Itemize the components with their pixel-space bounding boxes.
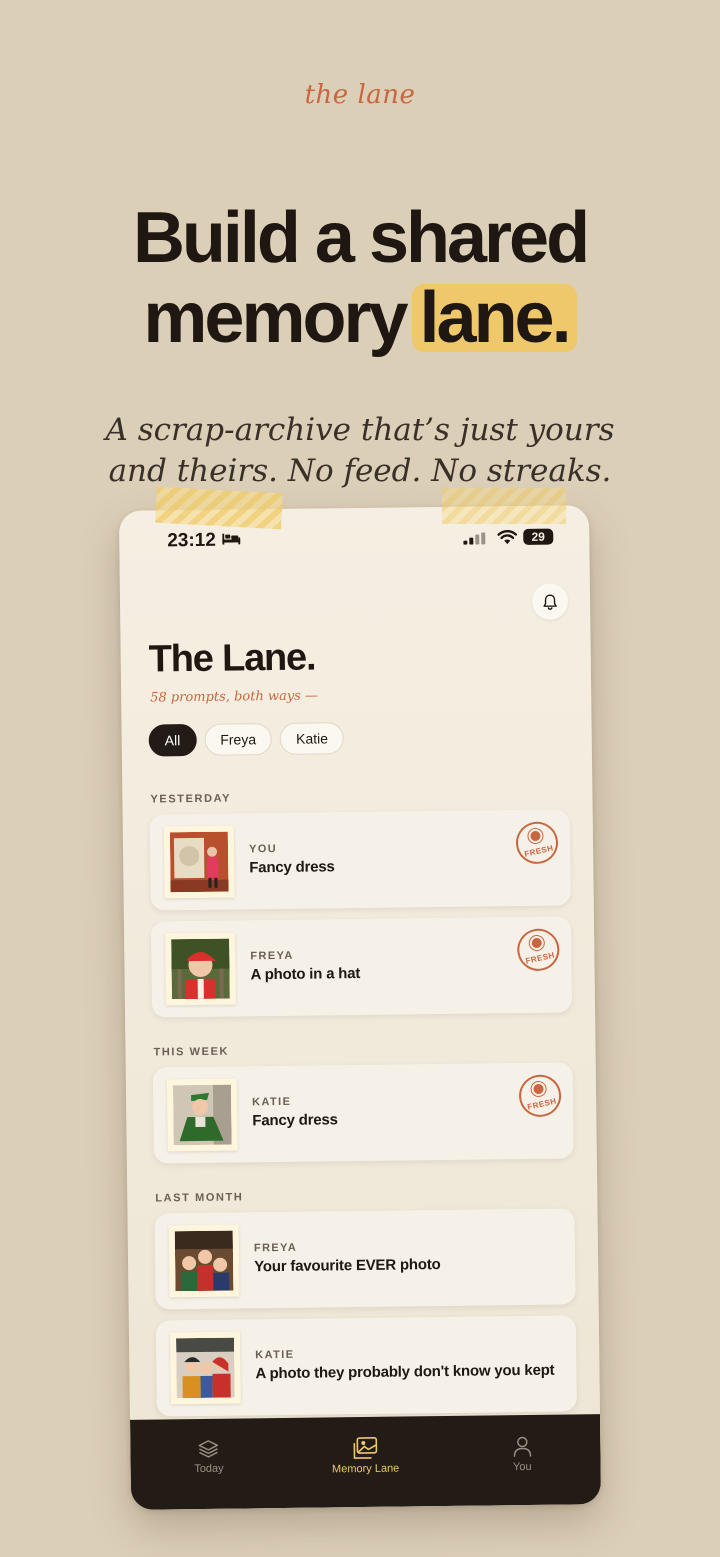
headline-line-2: memory lane. xyxy=(0,278,720,358)
card-author: FREYA xyxy=(250,949,294,963)
status-time-text: 23:12 xyxy=(167,529,217,552)
section-label-this-week: THIS WEEK xyxy=(153,1045,230,1059)
card-author: FREYA xyxy=(253,1241,298,1255)
nav-item-today[interactable]: Today xyxy=(130,1418,288,1510)
page-title: The Lane. xyxy=(148,636,316,681)
bed-icon xyxy=(221,533,240,545)
memory-photo xyxy=(169,831,229,893)
fresh-dot-icon xyxy=(529,830,542,842)
section-label-last-month: LAST MONTH xyxy=(155,1191,244,1205)
polaroid-thumbnail xyxy=(163,825,235,899)
tagline-line-2: and theirs. No feed. No streaks. xyxy=(108,453,612,489)
status-bar: 23:12 29 xyxy=(119,525,589,555)
section-label-yesterday: YESTERDAY xyxy=(150,792,232,806)
tape-decoration-right xyxy=(442,488,566,524)
memory-photo xyxy=(171,938,230,1000)
card-author: YOU xyxy=(248,843,278,856)
fresh-stamp: FRESH xyxy=(514,1070,566,1121)
card-title: Fancy dress xyxy=(249,858,335,877)
headline: Build a shared memory lane. xyxy=(0,198,720,358)
wifi-icon xyxy=(497,529,518,545)
bottom-nav: Today Memory Lane You xyxy=(130,1414,602,1510)
card-author: KATIE xyxy=(252,1095,292,1109)
memory-card[interactable]: FREYA A photo in a hat FRESH xyxy=(150,916,573,1018)
fresh-label: FRESH xyxy=(526,1096,558,1112)
card-title: Your favourite EVER photo xyxy=(254,1256,441,1276)
nav-label: Today xyxy=(194,1462,224,1476)
headline-word: memory xyxy=(143,278,408,358)
polaroid-thumbnail xyxy=(168,1224,240,1298)
battery-indicator: 29 xyxy=(523,528,554,545)
memory-photo xyxy=(172,1084,232,1146)
filter-chip-freya[interactable]: Freya xyxy=(204,723,273,756)
bell-icon xyxy=(543,593,557,610)
page-subtitle: 58 prompts, both ways — xyxy=(150,688,319,706)
filter-chip-all[interactable]: All xyxy=(148,723,197,757)
fresh-stamp: FRESH xyxy=(513,924,564,975)
person-icon xyxy=(513,1436,531,1457)
fresh-label: FRESH xyxy=(524,950,556,966)
card-title: Fancy dress xyxy=(252,1111,338,1130)
status-time: 23:12 xyxy=(167,529,240,552)
headline-line-1: Build a shared xyxy=(132,198,590,278)
cellular-signal-icon xyxy=(463,532,486,545)
card-title: A photo they probably don't know you kep… xyxy=(255,1361,555,1383)
polaroid-thumbnail xyxy=(169,1331,241,1405)
tagline: A scrap-archive that’s just yours and th… xyxy=(0,410,720,492)
polaroid-thumbnail xyxy=(166,1078,238,1152)
filter-chips: All Freya Katie xyxy=(148,722,345,757)
nav-label: Memory Lane xyxy=(331,1462,400,1476)
fresh-dot-icon xyxy=(530,937,543,949)
fresh-dot-icon xyxy=(532,1083,545,1095)
filter-chip-katie[interactable]: Katie xyxy=(279,722,345,755)
phone-screen: 23:12 29 The Lane. 58 prompts, both ways… xyxy=(118,505,602,1510)
fresh-label: FRESH xyxy=(523,843,555,859)
memory-photo xyxy=(174,1230,234,1292)
memory-card[interactable]: FREYA Your favourite EVER photo xyxy=(154,1208,576,1310)
card-author: KATIE xyxy=(255,1348,295,1362)
memory-card[interactable]: KATIE A photo they probably don't know y… xyxy=(155,1315,577,1417)
nav-item-memory-lane[interactable]: Memory Lane xyxy=(287,1416,445,1508)
photo-gallery-icon xyxy=(353,1437,378,1459)
tape-decoration-left xyxy=(155,486,283,530)
fresh-stamp: FRESH xyxy=(511,817,563,868)
memory-card[interactable]: YOU Fancy dress FRESH xyxy=(149,809,571,911)
nav-item-you[interactable]: You xyxy=(443,1414,601,1506)
brand-logo: the lane xyxy=(304,80,416,110)
memory-photo xyxy=(176,1337,235,1399)
memory-card[interactable]: KATIE Fancy dress FRESH xyxy=(152,1062,574,1164)
headline-highlight: lane. xyxy=(411,282,577,354)
nav-label: You xyxy=(512,1460,532,1474)
layers-icon xyxy=(198,1440,219,1458)
tagline-line-1: A scrap-archive that’s just yours xyxy=(105,412,615,448)
card-title: A photo in a hat xyxy=(250,964,361,984)
notifications-button[interactable] xyxy=(531,583,569,620)
polaroid-thumbnail xyxy=(165,932,236,1006)
